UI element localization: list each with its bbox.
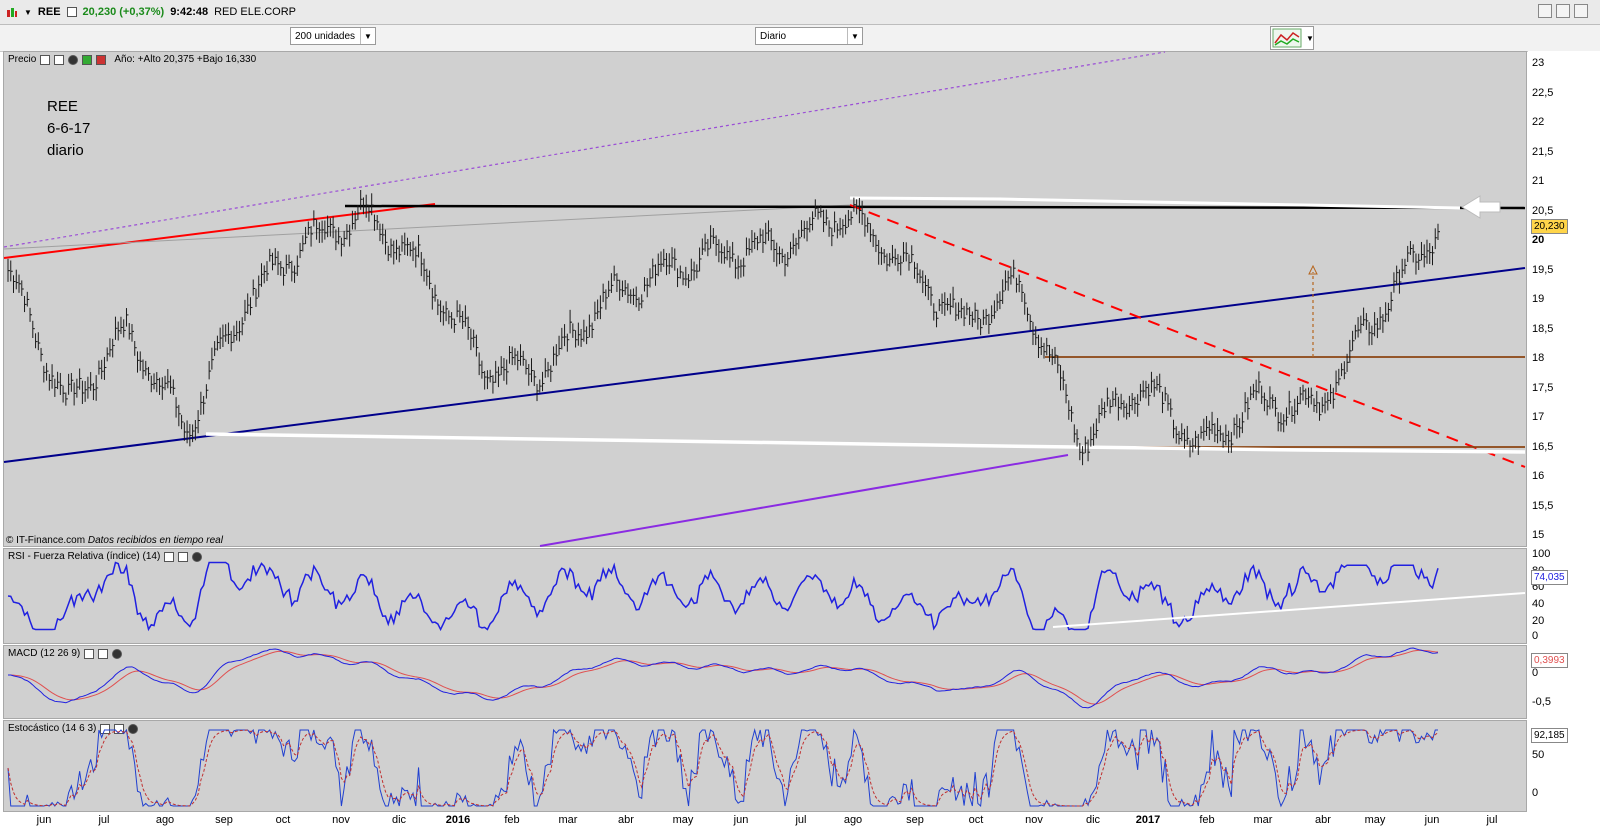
white-support-line — [205, 432, 1526, 454]
purple-support-line — [539, 454, 1069, 547]
stoch-k-line — [7, 728, 1438, 808]
rsi-line — [7, 561, 1439, 632]
stoch-d-line — [7, 729, 1439, 807]
grey-trendline — [3, 204, 851, 250]
macd-line — [7, 647, 1439, 709]
red-resistance-line — [3, 203, 436, 259]
chart-drawing — [3, 51, 1526, 808]
macd-signal-line — [7, 649, 1439, 705]
left-arrow-icon — [1461, 195, 1501, 219]
rsi-support-line — [1052, 592, 1526, 628]
purple-dotted-trendline — [3, 51, 1166, 248]
